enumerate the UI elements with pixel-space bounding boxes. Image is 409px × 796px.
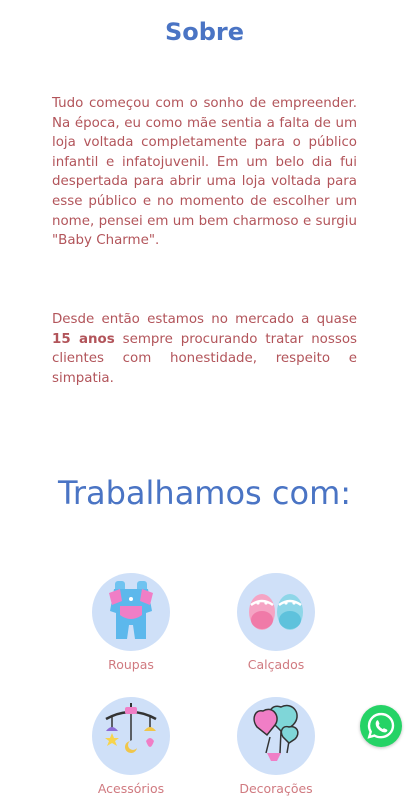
baby-mobile-icon: [92, 697, 170, 775]
category-label: Roupas: [108, 657, 154, 672]
years-highlight: 15 anos: [52, 331, 115, 347]
about-paragraph-2-text-start: Desde então estamos no mercado a quase: [52, 312, 357, 327]
about-title: Sobre: [164, 18, 245, 46]
baby-shoes-icon: [237, 573, 315, 651]
category-acessorios[interactable]: Acessórios: [71, 697, 191, 796]
whatsapp-button[interactable]: [360, 705, 402, 747]
about-paragraph-2: Desde então estamos no mercado a quase 1…: [52, 310, 357, 388]
category-label: Calçados: [247, 657, 305, 672]
balloons-icon: [237, 697, 315, 775]
baby-clothes-icon: [92, 573, 170, 651]
works-title: Trabalhamos com:: [57, 474, 352, 512]
category-label: Decorações: [239, 781, 313, 796]
category-label: Acessórios: [97, 781, 165, 796]
category-calcados[interactable]: Calçados: [216, 573, 336, 672]
whatsapp-icon: [367, 712, 395, 739]
category-roupas[interactable]: Roupas: [71, 573, 191, 672]
category-decoracoes[interactable]: Decorações: [216, 697, 336, 796]
about-paragraph-1: Tudo começou com o sonho de empreender. …: [52, 96, 357, 249]
